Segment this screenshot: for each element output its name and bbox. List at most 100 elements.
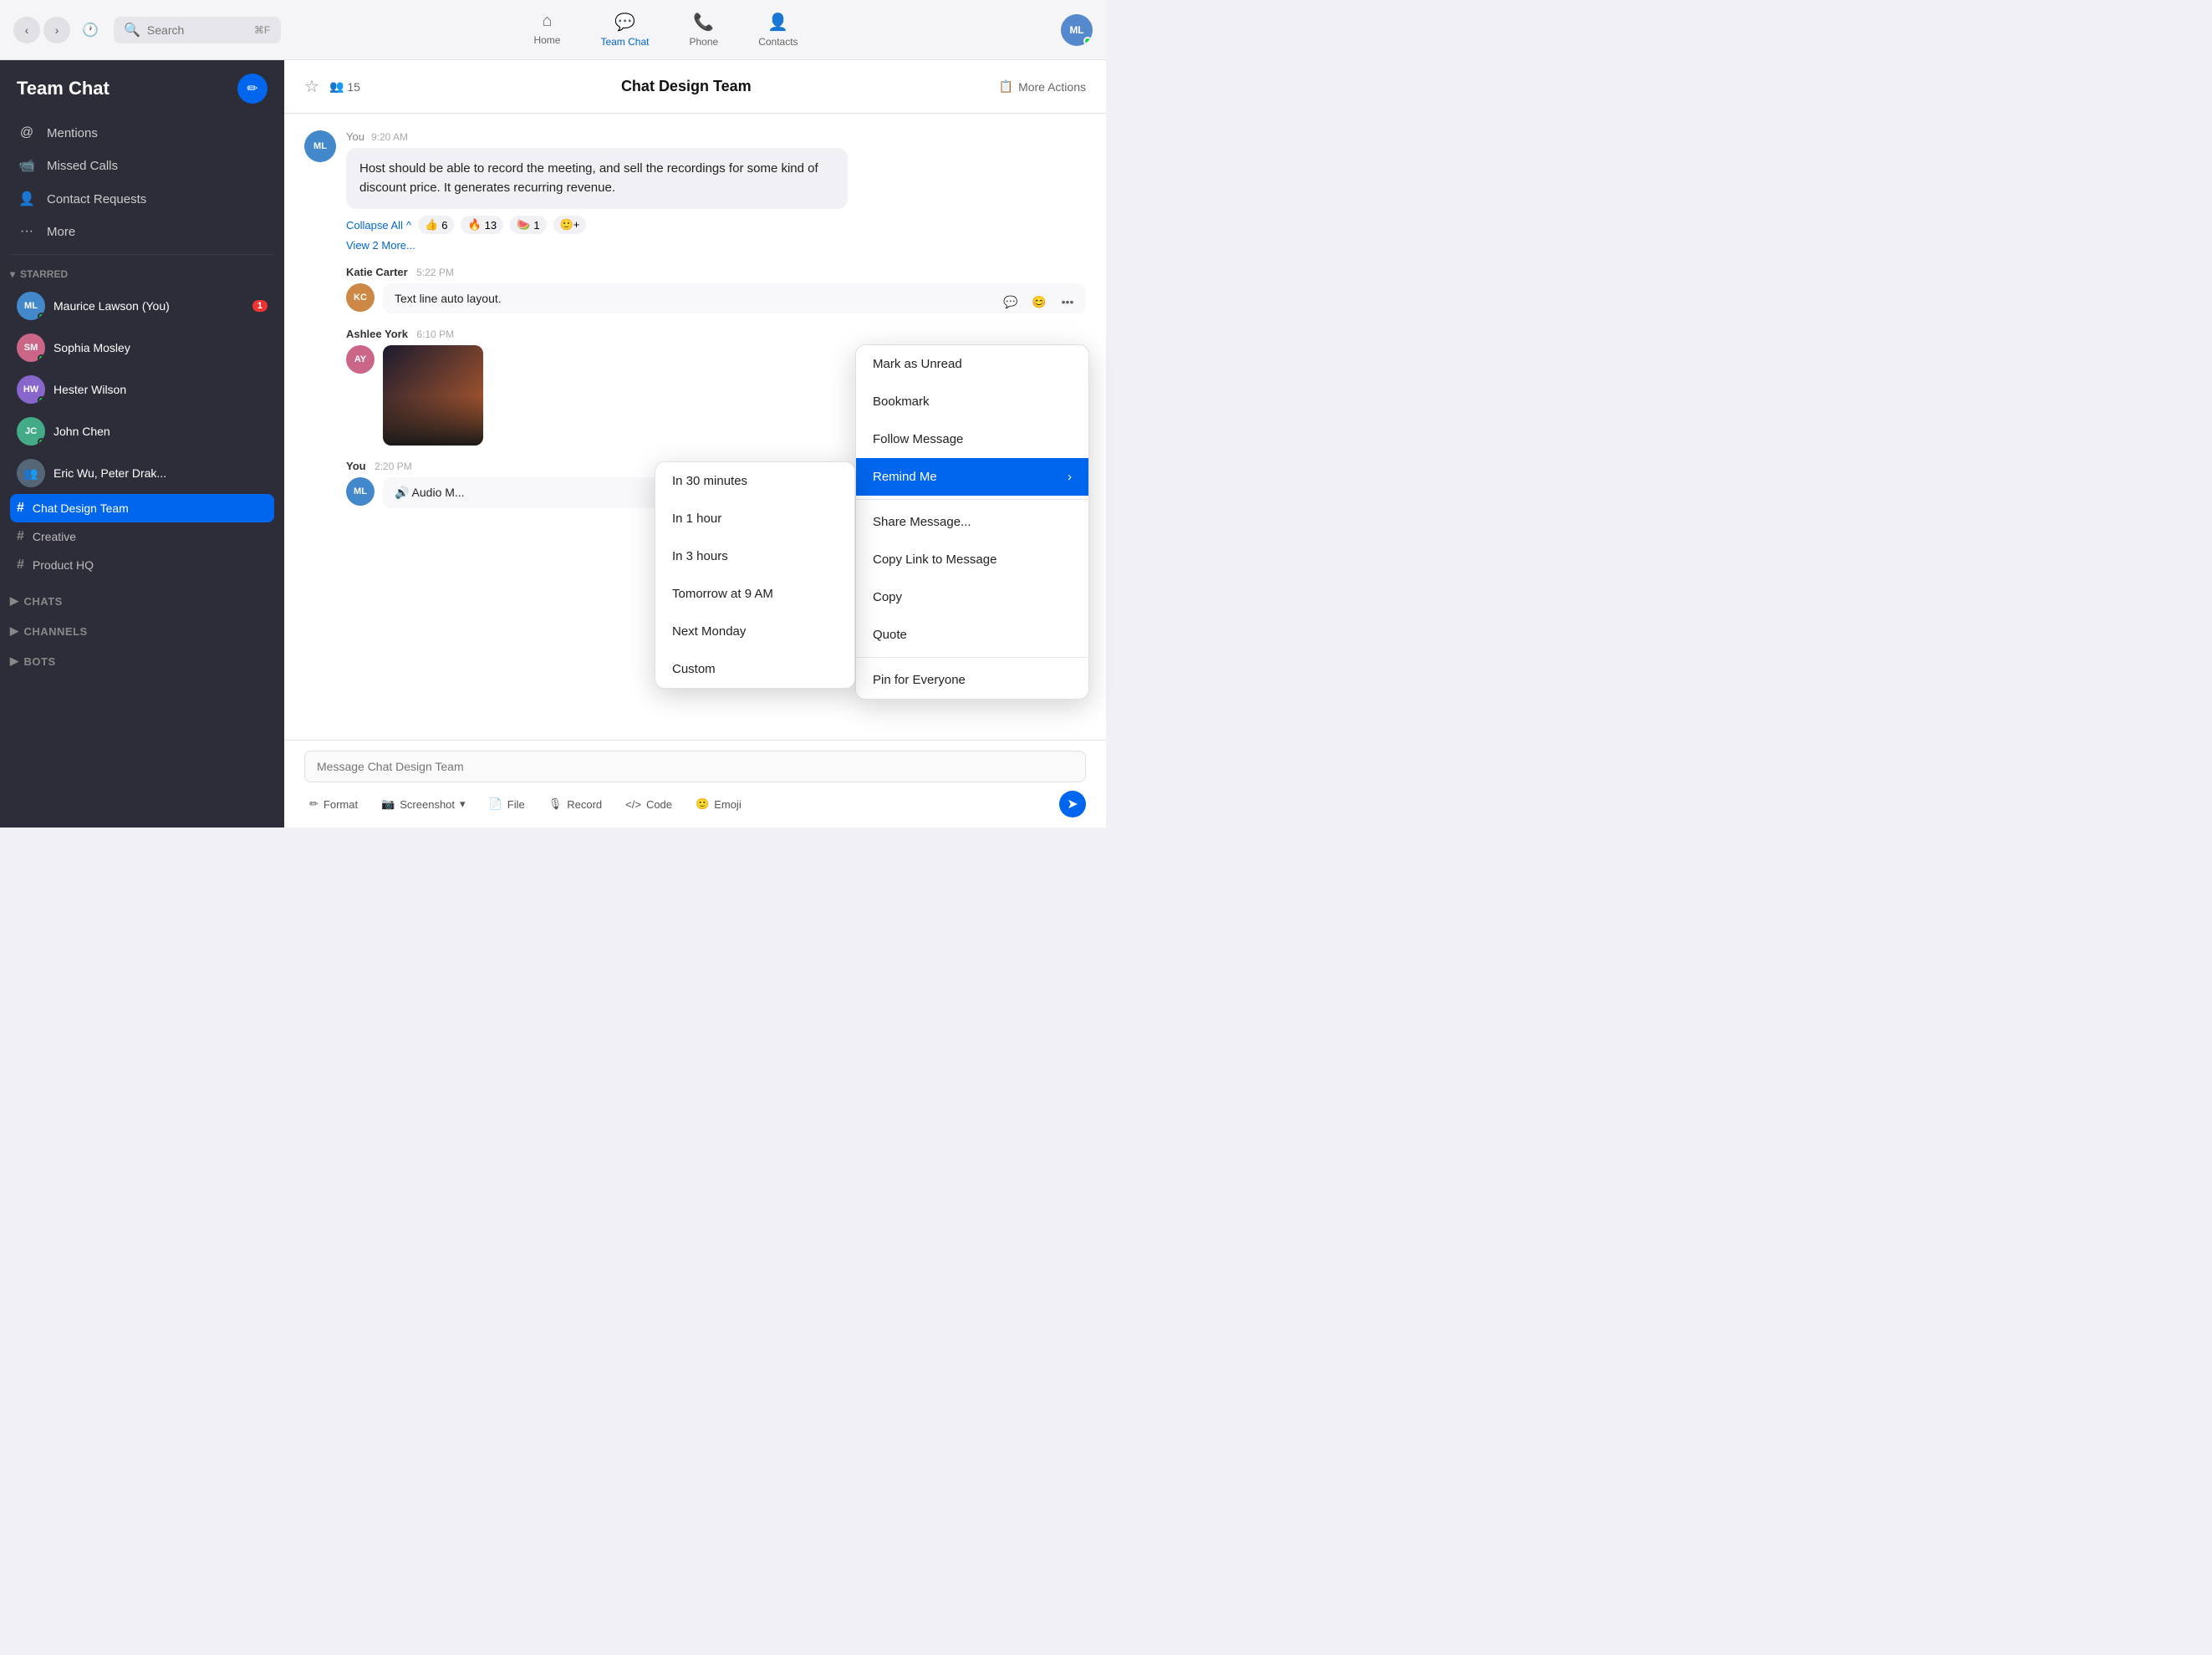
- sidebar-header: Team Chat ✏: [0, 60, 284, 117]
- contact-item-maurice[interactable]: ML Maurice Lawson (You) 1: [10, 285, 274, 327]
- remind-30min-label: In 30 minutes: [672, 474, 747, 488]
- message-input-area: ✏ Format 📷 Screenshot ▾ 📄 File 🎙 Record: [284, 740, 1106, 828]
- initials-maurice: ML: [24, 301, 38, 311]
- search-bar[interactable]: 🔍 ⌘F: [114, 17, 281, 43]
- remind-item-monday[interactable]: Next Monday: [655, 613, 854, 650]
- tab-contacts[interactable]: 👤 Contacts: [738, 5, 818, 54]
- emoji-toolbar-button[interactable]: 🙂 Emoji: [691, 794, 747, 814]
- online-indicator: [1083, 37, 1092, 45]
- tab-team-chat[interactable]: 💬 Team Chat: [580, 5, 669, 54]
- reaction-watermelon[interactable]: 🍉 1: [510, 216, 546, 234]
- sender-you2: You: [346, 460, 366, 472]
- content-area: ☆ 👥 15 Chat Design Team 📋 More Actions M…: [284, 60, 1106, 828]
- reaction-thumbs-up[interactable]: 👍 6: [418, 216, 454, 234]
- sidebar-divider: [10, 254, 274, 255]
- tab-phone[interactable]: 📞 Phone: [669, 5, 738, 54]
- time-you2: 2:20 PM: [375, 461, 412, 472]
- tab-home[interactable]: ⌂ Home: [513, 5, 580, 54]
- channel-item-chat-design[interactable]: # Chat Design Team: [10, 494, 274, 522]
- context-item-copy[interactable]: Copy: [856, 578, 1088, 616]
- sidebar-item-missed-calls[interactable]: 📹 Missed Calls: [7, 149, 278, 182]
- file-button[interactable]: 📄 File: [484, 794, 530, 814]
- avatar-you2: ML: [346, 477, 375, 506]
- channels-collapsible[interactable]: ▶ CHANNELS: [0, 616, 284, 646]
- chevron-right-icon-3: ▶: [10, 654, 19, 668]
- bots-label: BOTS: [24, 655, 56, 668]
- contact-item-john[interactable]: JC John Chen: [10, 410, 274, 452]
- avatar-katie: KC: [346, 283, 375, 312]
- you2-text: 🔊 Audio M...: [395, 486, 465, 499]
- nav-tabs: ⌂ Home 💬 Team Chat 📞 Phone 👤 Contacts: [513, 5, 818, 54]
- add-reaction-button[interactable]: 🙂+: [553, 216, 587, 234]
- contact-name-eric: Eric Wu, Peter Drak...: [54, 466, 268, 480]
- emoji-button[interactable]: 😊: [1027, 290, 1051, 313]
- context-item-pin-everyone[interactable]: Pin for Everyone: [856, 661, 1088, 699]
- remind-item-1hour[interactable]: In 1 hour: [655, 500, 854, 537]
- avatar-hester: HW: [17, 375, 45, 404]
- user-avatar[interactable]: ML: [1061, 14, 1093, 46]
- fire-count: 13: [485, 219, 497, 232]
- sidebar-item-mentions[interactable]: @ Mentions: [7, 117, 278, 149]
- back-button[interactable]: ‹: [13, 17, 40, 43]
- add-reaction-icon: 🙂+: [560, 218, 580, 232]
- contact-item-eric[interactable]: 👥 Eric Wu, Peter Drak...: [10, 452, 274, 494]
- avatar-sophia: SM: [17, 334, 45, 362]
- channel-item-product-hq[interactable]: # Product HQ: [10, 551, 274, 579]
- more-actions-button[interactable]: 📋 More Actions: [999, 79, 1086, 94]
- search-input[interactable]: [147, 23, 247, 37]
- toolbar-row: ✏ Format 📷 Screenshot ▾ 📄 File 🎙 Record: [304, 791, 1086, 817]
- search-shortcut: ⌘F: [254, 24, 270, 36]
- more-button[interactable]: •••: [1056, 290, 1079, 313]
- remind-item-tomorrow[interactable]: Tomorrow at 9 AM: [655, 575, 854, 613]
- context-item-quote[interactable]: Quote: [856, 616, 1088, 654]
- sidebar-item-contact-requests[interactable]: 👤 Contact Requests: [7, 182, 278, 216]
- send-button[interactable]: ➤: [1059, 791, 1086, 817]
- context-item-mark-unread[interactable]: Mark as Unread: [856, 345, 1088, 383]
- compose-button[interactable]: ✏: [237, 74, 268, 104]
- history-button[interactable]: 🕐: [77, 17, 104, 43]
- team-chat-icon: 💬: [614, 12, 635, 33]
- remind-item-30min[interactable]: In 30 minutes: [655, 462, 854, 500]
- members-badge[interactable]: 👥 15: [329, 79, 360, 94]
- sidebar-item-more[interactable]: ··· More: [7, 216, 278, 247]
- channel-name-chat-design: Chat Design Team: [33, 502, 129, 515]
- sidebar-menu: @ Mentions 📹 Missed Calls 👤 Contact Requ…: [0, 117, 284, 247]
- contact-item-hester[interactable]: HW Hester Wilson: [10, 369, 274, 410]
- hash-icon-3: #: [17, 558, 24, 573]
- code-button[interactable]: </> Code: [620, 795, 677, 814]
- record-icon: 🎙: [548, 797, 563, 811]
- channel-item-creative[interactable]: # Creative: [10, 522, 274, 551]
- pin-everyone-label: Pin for Everyone: [873, 673, 966, 687]
- more-actions-icon: 📋: [999, 79, 1013, 94]
- view-more-button[interactable]: View 2 More...: [346, 239, 1086, 252]
- context-item-follow-message[interactable]: Follow Message: [856, 420, 1088, 458]
- record-button[interactable]: 🎙 Record: [543, 794, 607, 814]
- context-item-copy-link[interactable]: Copy Link to Message: [856, 541, 1088, 578]
- context-item-remind-me[interactable]: Remind Me ›: [856, 458, 1088, 496]
- bots-collapsible[interactable]: ▶ BOTS: [0, 646, 284, 676]
- context-divider-1: [856, 499, 1088, 500]
- reply-button[interactable]: 💬: [999, 290, 1022, 313]
- contact-item-sophia[interactable]: SM Sophia Mosley: [10, 327, 274, 369]
- starred-section: ▾ STARRED ML Maurice Lawson (You) 1 SM S…: [0, 262, 284, 586]
- forward-button[interactable]: ›: [43, 17, 70, 43]
- reaction-fire[interactable]: 🔥 13: [461, 216, 503, 234]
- remind-item-custom[interactable]: Custom: [655, 650, 854, 688]
- channel-name-product-hq: Product HQ: [33, 558, 94, 572]
- online-dot-sophia: [38, 354, 45, 362]
- format-button[interactable]: ✏ Format: [304, 794, 363, 814]
- collapse-label: Collapse All: [346, 219, 403, 232]
- thumbs-up-emoji: 👍: [425, 218, 438, 232]
- context-item-bookmark[interactable]: Bookmark: [856, 383, 1088, 420]
- chats-collapsible[interactable]: ▶ CHATS: [0, 586, 284, 616]
- star-button[interactable]: ☆: [304, 76, 319, 97]
- ashlee-header: Ashlee York 6:10 PM: [346, 327, 1086, 342]
- context-item-share-message[interactable]: Share Message...: [856, 503, 1088, 541]
- remind-item-3hours[interactable]: In 3 hours: [655, 537, 854, 575]
- starred-section-header[interactable]: ▾ STARRED: [10, 268, 274, 280]
- screenshot-button[interactable]: 📷 Screenshot ▾: [376, 794, 470, 814]
- collapse-button[interactable]: Collapse All ^: [346, 219, 411, 232]
- message-input[interactable]: [304, 751, 1086, 782]
- sidebar-item-missed-calls-label: Missed Calls: [47, 159, 118, 173]
- chat-title: Chat Design Team: [374, 78, 999, 95]
